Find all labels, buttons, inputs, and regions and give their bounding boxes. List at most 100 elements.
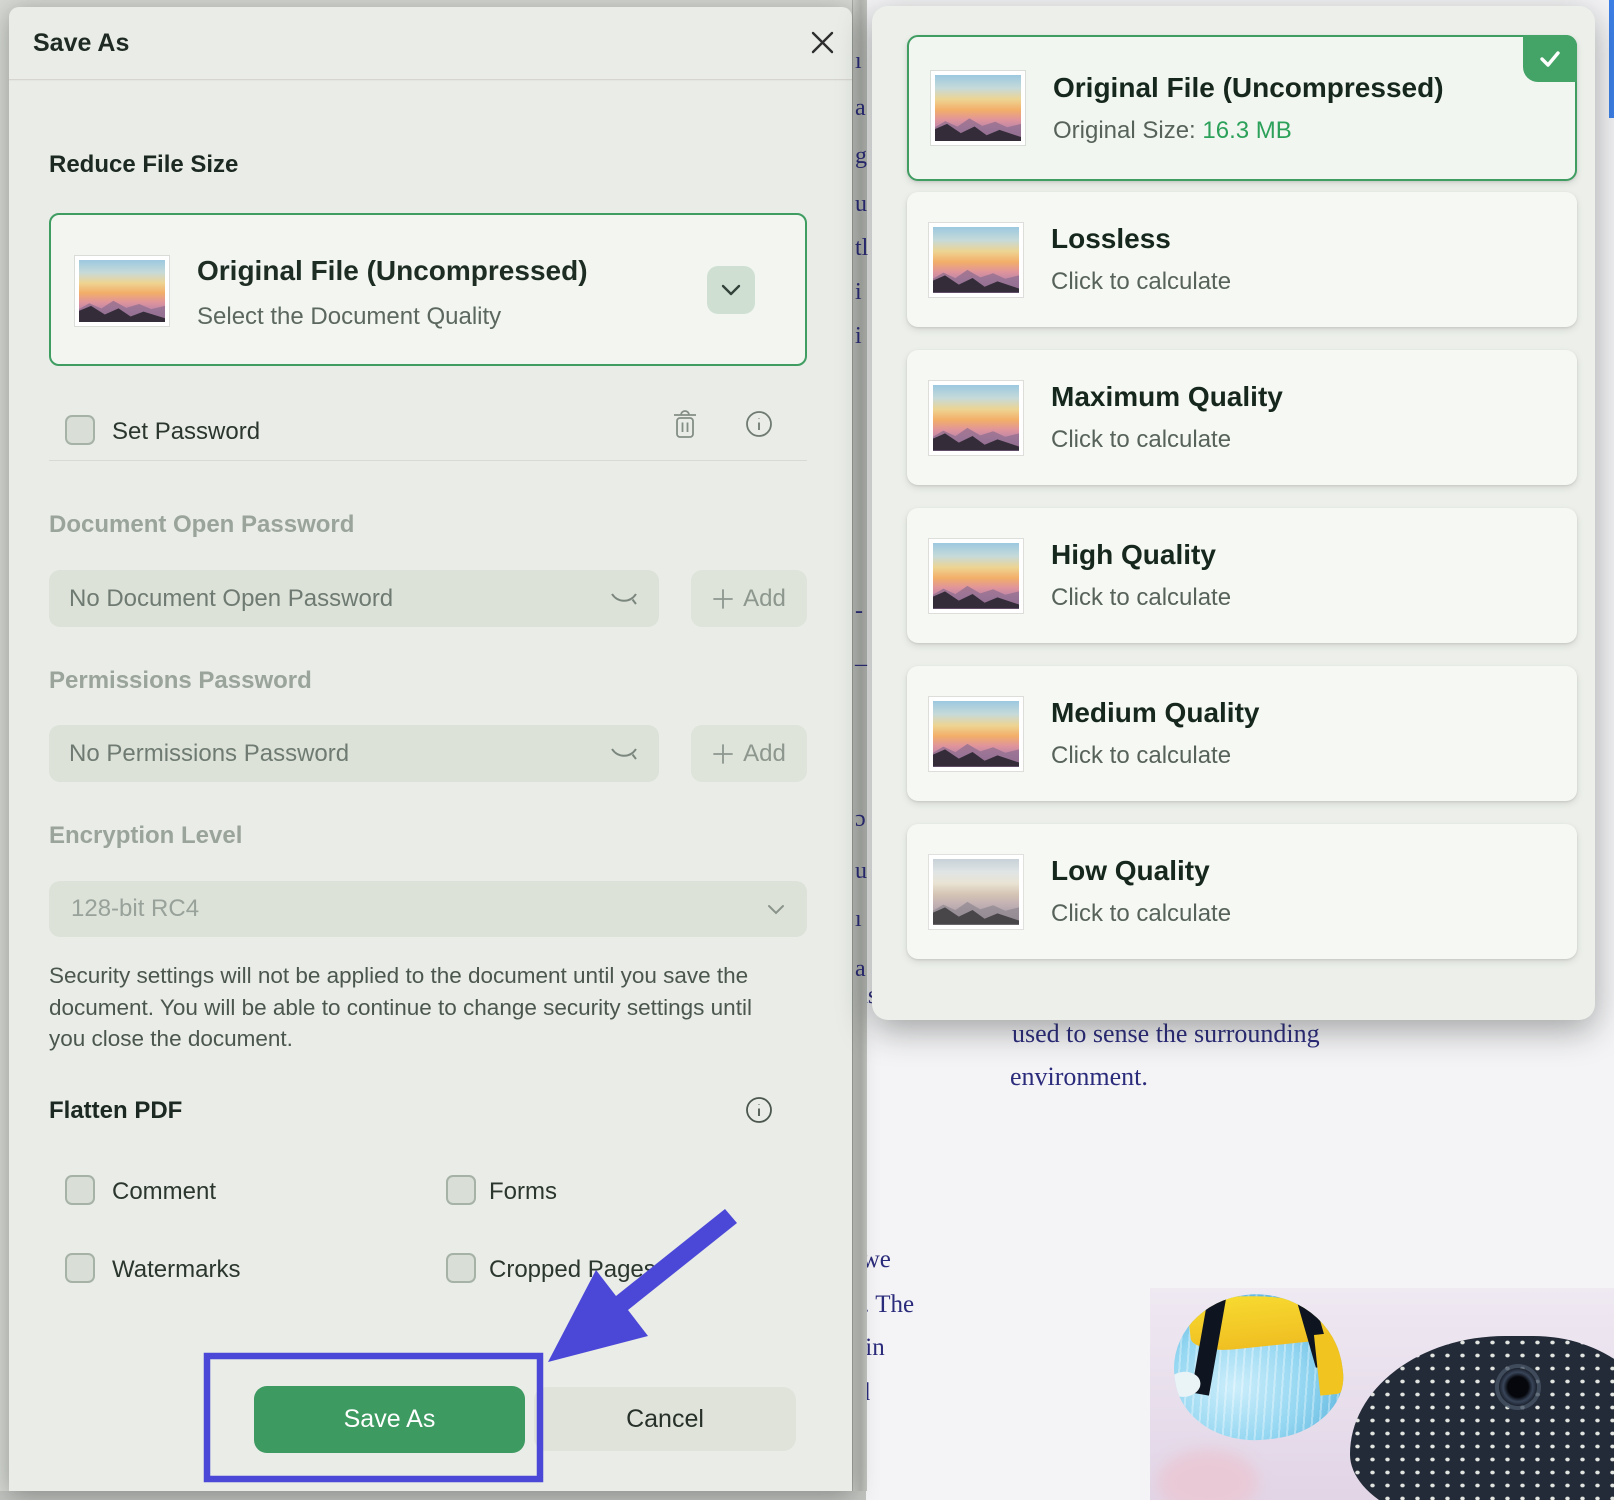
quality-option-original[interactable]: Original File (Uncompressed) Original Si… bbox=[907, 35, 1577, 181]
forms-label: Forms bbox=[489, 1178, 557, 1206]
document-edge-letter: – bbox=[855, 651, 867, 678]
forms-checkbox[interactable] bbox=[446, 1175, 476, 1205]
quality-option-medium[interactable]: Medium Quality Click to calculate bbox=[907, 666, 1577, 801]
window-edge-strip bbox=[1609, 0, 1614, 118]
section-divider bbox=[49, 460, 807, 461]
quality-option-subtitle: Click to calculate bbox=[1051, 426, 1283, 454]
watermarks-label: Watermarks bbox=[112, 1256, 240, 1284]
cropped-pages-checkbox[interactable] bbox=[446, 1253, 476, 1283]
close-button[interactable] bbox=[804, 24, 840, 60]
quality-option-title: Lossless bbox=[1051, 223, 1231, 255]
quality-thumbnail bbox=[931, 71, 1025, 145]
quality-option-maximum[interactable]: Maximum Quality Click to calculate bbox=[907, 350, 1577, 485]
password-info-button[interactable] bbox=[744, 409, 774, 444]
eye-closed-icon[interactable] bbox=[609, 745, 639, 763]
save-as-button[interactable]: Save As bbox=[254, 1386, 525, 1453]
document-edge-letter: i bbox=[855, 323, 862, 350]
document-edge-letter: tl bbox=[855, 235, 868, 262]
encryption-level-select[interactable]: 128-bit RC4 bbox=[49, 881, 807, 937]
quality-option-title: Medium Quality bbox=[1051, 697, 1259, 729]
document-edge-letter: u bbox=[855, 858, 867, 885]
checkmark-icon bbox=[1538, 49, 1562, 69]
cropped-pages-label: Cropped Pages bbox=[489, 1256, 656, 1284]
encryption-level-label: Encryption Level bbox=[49, 822, 242, 850]
add-permissions-password-button[interactable]: Add bbox=[691, 725, 807, 782]
plus-icon bbox=[712, 743, 734, 765]
doc-open-password-input[interactable]: No Document Open Password bbox=[49, 570, 659, 627]
save-as-dialog: Save As Reduce File Size Original File (… bbox=[9, 7, 852, 1491]
quality-option-title: High Quality bbox=[1051, 539, 1231, 571]
quality-thumbnail bbox=[929, 539, 1023, 613]
doc-open-password-label: Document Open Password bbox=[49, 511, 354, 539]
chevron-down-icon bbox=[767, 904, 785, 915]
close-icon bbox=[809, 29, 836, 56]
plus-icon bbox=[712, 588, 734, 610]
info-icon bbox=[744, 409, 774, 439]
coral-blur bbox=[1158, 1450, 1258, 1500]
document-edge-letter: g bbox=[855, 143, 867, 170]
quality-option-subtitle: Click to calculate bbox=[1051, 584, 1231, 612]
quality-option-subtitle: Click to calculate bbox=[1051, 268, 1231, 296]
quality-thumbnail bbox=[929, 381, 1023, 455]
document-scrollbar[interactable] bbox=[852, 0, 867, 1491]
quality-selector-card[interactable]: Original File (Uncompressed) Select the … bbox=[49, 213, 807, 366]
document-edge-letter: a bbox=[855, 95, 866, 122]
quality-thumbnail bbox=[929, 223, 1023, 297]
quality-option-subtitle: Click to calculate bbox=[1051, 742, 1259, 770]
document-text-line: used to sense the surrounding bbox=[1012, 1019, 1320, 1049]
set-password-checkbox[interactable] bbox=[65, 415, 95, 445]
quality-option-high[interactable]: High Quality Click to calculate bbox=[907, 508, 1577, 643]
doc-open-password-placeholder: No Document Open Password bbox=[69, 585, 609, 613]
quality-selector-title: Original File (Uncompressed) bbox=[197, 255, 588, 287]
original-size-value: 16.3 MB bbox=[1202, 117, 1291, 144]
document-edge-letter: ı bbox=[855, 48, 862, 75]
permissions-password-placeholder: No Permissions Password bbox=[69, 740, 609, 768]
screen: only help it firmly grasp prey but also … bbox=[0, 0, 1614, 1500]
dialog-title: Save As bbox=[33, 29, 129, 58]
add-button-label: Add bbox=[743, 740, 786, 768]
trash-icon bbox=[670, 407, 700, 441]
document-edge-letter: ɔ bbox=[855, 806, 866, 833]
delete-password-button[interactable] bbox=[670, 407, 700, 446]
add-button-label: Add bbox=[743, 585, 786, 613]
selected-badge bbox=[1523, 35, 1577, 82]
quality-option-title: Maximum Quality bbox=[1051, 381, 1283, 413]
document-edge-letter: a bbox=[855, 956, 866, 983]
quality-dropdown-button[interactable] bbox=[707, 266, 755, 314]
permissions-password-label: Permissions Password bbox=[49, 667, 312, 695]
document-edge-letter: i bbox=[855, 279, 862, 306]
document-edge-letter: ı bbox=[855, 906, 862, 933]
pufferfish-eye bbox=[1499, 1368, 1537, 1406]
quality-option-subtitle: Original Size: 16.3 MB bbox=[1053, 117, 1444, 145]
quality-option-lossless[interactable]: Lossless Click to calculate bbox=[907, 192, 1577, 327]
pufferfish-image bbox=[1350, 1336, 1614, 1500]
header-divider bbox=[9, 79, 852, 80]
watermarks-checkbox[interactable] bbox=[65, 1253, 95, 1283]
document-edge-letter: u bbox=[855, 191, 867, 218]
quality-option-title: Original File (Uncompressed) bbox=[1053, 72, 1444, 104]
comment-checkbox[interactable] bbox=[65, 1175, 95, 1205]
permissions-password-input[interactable]: No Permissions Password bbox=[49, 725, 659, 782]
comment-label: Comment bbox=[112, 1178, 216, 1206]
reduce-file-size-heading: Reduce File Size bbox=[49, 151, 238, 179]
eye-closed-icon[interactable] bbox=[609, 590, 639, 608]
add-doc-open-password-button[interactable]: Add bbox=[691, 570, 807, 627]
cancel-button[interactable]: Cancel bbox=[534, 1387, 796, 1451]
quality-thumbnail bbox=[75, 256, 169, 326]
quality-option-low[interactable]: Low Quality Click to calculate bbox=[907, 824, 1577, 959]
fish-photo bbox=[1150, 1288, 1614, 1500]
info-icon bbox=[744, 1095, 774, 1125]
quality-thumbnail bbox=[929, 697, 1023, 771]
quality-selector-subtitle: Select the Document Quality bbox=[197, 303, 501, 331]
chevron-down-icon bbox=[720, 283, 742, 297]
set-password-label: Set Password bbox=[112, 418, 260, 446]
quality-option-title: Low Quality bbox=[1051, 855, 1231, 887]
quality-thumbnail bbox=[929, 855, 1023, 929]
flatten-pdf-heading: Flatten PDF bbox=[49, 1097, 182, 1125]
quality-dropdown-panel: Original File (Uncompressed) Original Si… bbox=[872, 6, 1595, 1020]
encryption-level-value: 128-bit RC4 bbox=[71, 895, 767, 923]
document-edge-letter: - bbox=[855, 598, 863, 625]
flatten-info-button[interactable] bbox=[744, 1095, 774, 1130]
quality-option-subtitle: Click to calculate bbox=[1051, 900, 1231, 928]
document-text-line: environment. bbox=[1010, 1062, 1148, 1092]
